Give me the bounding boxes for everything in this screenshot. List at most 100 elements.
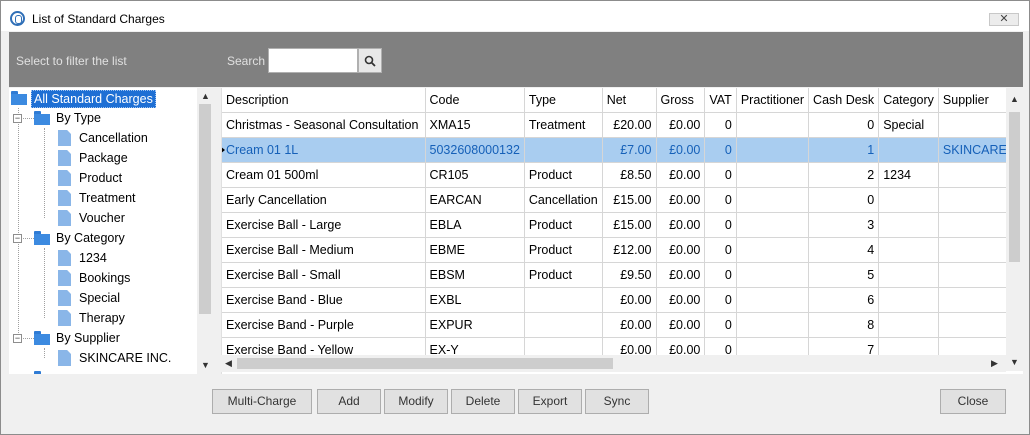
table-cell-category[interactable] <box>878 137 939 163</box>
table-cell-vat[interactable]: 0 <box>704 237 737 263</box>
table-cell-description[interactable]: Exercise Band - Purple <box>222 312 426 338</box>
scroll-down-icon[interactable]: ▼ <box>201 360 210 370</box>
table-cell-net[interactable]: £15.00 <box>602 187 657 213</box>
table-row[interactable]: Exercise Ball - Small EBSM Product £9.50 £0.… <box>222 262 1023 288</box>
table-cell-net[interactable]: £15.00 <box>602 212 657 238</box>
table-cell-practitioner[interactable] <box>736 312 810 338</box>
table-cell-vat[interactable]: 0 <box>704 112 737 138</box>
column-header-gross[interactable]: Gross <box>656 88 706 113</box>
column-header-practitioner[interactable]: Practitioner <box>736 88 810 113</box>
table-cell-gross[interactable]: £0.00 <box>656 187 706 213</box>
table-cell-code[interactable]: EBSM <box>425 262 525 288</box>
table-cell-code[interactable]: XMA15 <box>425 112 525 138</box>
modify-button[interactable]: Modify <box>384 389 448 414</box>
table-cell-practitioner[interactable] <box>736 137 810 163</box>
table-cell-net[interactable]: £0.00 <box>602 312 657 338</box>
tree-scrollbar[interactable]: ▲ ▼ <box>197 88 213 374</box>
table-cell-code[interactable]: 5032608000132 <box>425 137 525 163</box>
add-button[interactable]: Add <box>317 389 381 414</box>
column-header-vat[interactable]: VAT <box>704 88 737 113</box>
table-cell-code[interactable]: EXBL <box>425 287 525 313</box>
table-cell-code[interactable]: EBLA <box>425 212 525 238</box>
table-cell-cash-desk[interactable]: 4 <box>808 237 880 263</box>
table-cell-gross[interactable]: £0.00 <box>656 262 706 288</box>
table-cell-category[interactable]: Special <box>878 112 939 138</box>
table-cell-net[interactable]: £0.00 <box>602 287 657 313</box>
table-row[interactable]: Exercise Band - Blue EXBL £0.00 £0.00 0 6 <box>222 287 1023 313</box>
table-cell-category[interactable] <box>878 262 939 288</box>
table-cell-practitioner[interactable] <box>736 112 810 138</box>
table-cell-category[interactable]: 1234 <box>878 162 939 188</box>
table-cell-cash-desk[interactable]: 0 <box>808 187 880 213</box>
delete-button[interactable]: Delete <box>451 389 515 414</box>
scroll-up-icon[interactable]: ▲ <box>201 91 210 101</box>
table-cell-cash-desk[interactable]: 3 <box>808 212 880 238</box>
column-header-code[interactable]: Code <box>425 88 525 113</box>
table-cell-vat[interactable]: 0 <box>704 187 737 213</box>
table-cell-description[interactable]: Early Cancellation <box>222 187 426 213</box>
table-cell-gross[interactable]: £0.00 <box>656 312 706 338</box>
table-cell-code[interactable]: CR105 <box>425 162 525 188</box>
table-row[interactable]: Exercise Ball - Large EBLA Product £15.00 £0… <box>222 212 1023 238</box>
column-header-net[interactable]: Net <box>602 88 657 113</box>
table-cell-practitioner[interactable] <box>736 237 810 263</box>
table-cell-category[interactable] <box>878 237 939 263</box>
table-cell-cash-desk[interactable]: 6 <box>808 287 880 313</box>
table-cell-vat[interactable]: 0 <box>704 312 737 338</box>
table-cell-vat[interactable]: 0 <box>704 137 737 163</box>
table-cell-category[interactable] <box>878 212 939 238</box>
table-cell-description[interactable]: Exercise Band - Blue <box>222 287 426 313</box>
sync-button[interactable]: Sync <box>585 389 649 414</box>
table-cell-description[interactable]: Exercise Ball - Medium <box>222 237 426 263</box>
table-cell-type[interactable]: Cancellation <box>524 187 603 213</box>
table-cell-practitioner[interactable] <box>736 162 810 188</box>
search-button[interactable] <box>358 48 382 73</box>
table-cell-net[interactable]: £7.00 <box>602 137 657 163</box>
table-cell-type[interactable] <box>524 287 603 313</box>
collapse-icon[interactable]: − <box>13 234 22 243</box>
window-close-button[interactable]: ✕ <box>989 13 1019 26</box>
grid-vscroll-thumb[interactable] <box>1009 112 1020 262</box>
table-cell-practitioner[interactable] <box>736 187 810 213</box>
table-cell-type[interactable]: Product <box>524 212 603 238</box>
table-cell-description[interactable]: Exercise Ball - Small <box>222 262 426 288</box>
table-cell-cash-desk[interactable]: 0 <box>808 112 880 138</box>
table-cell-practitioner[interactable] <box>736 287 810 313</box>
table-cell-net[interactable]: £20.00 <box>602 112 657 138</box>
scroll-up-icon[interactable]: ▲ <box>1010 94 1019 104</box>
table-cell-practitioner[interactable] <box>736 262 810 288</box>
tree-scroll-thumb[interactable] <box>199 104 211 314</box>
table-cell-vat[interactable]: 0 <box>704 212 737 238</box>
table-cell-vat[interactable]: 0 <box>704 287 737 313</box>
table-cell-cash-desk[interactable]: 5 <box>808 262 880 288</box>
search-input[interactable] <box>268 48 358 73</box>
collapse-icon[interactable]: − <box>13 334 22 343</box>
table-row[interactable]: Exercise Ball - Medium EBME Product £12.00 £… <box>222 237 1023 263</box>
table-row[interactable]: Early Cancellation EARCAN Cancellation £15.… <box>222 187 1023 213</box>
column-header-type[interactable]: Type <box>524 88 603 113</box>
table-cell-description[interactable]: Cream 01 1L <box>222 137 426 163</box>
table-row[interactable]: Cream 01 500ml CR105 Product £8.50 £0.00 0 2 12… <box>222 162 1023 188</box>
multi-charge-button[interactable]: Multi-Charge <box>212 389 312 414</box>
table-cell-description[interactable]: Christmas - Seasonal Consultation <box>222 112 426 138</box>
table-cell-description[interactable]: Exercise Ball - Large <box>222 212 426 238</box>
table-cell-category[interactable] <box>878 312 939 338</box>
table-cell-type[interactable]: Product <box>524 162 603 188</box>
export-button[interactable]: Export <box>518 389 582 414</box>
table-cell-net[interactable]: £8.50 <box>602 162 657 188</box>
table-cell-type[interactable] <box>524 312 603 338</box>
table-cell-type[interactable]: Treatment <box>524 112 603 138</box>
table-cell-gross[interactable]: £0.00 <box>656 287 706 313</box>
collapse-icon[interactable]: − <box>13 114 22 123</box>
table-cell-vat[interactable]: 0 <box>704 162 737 188</box>
table-cell-code[interactable]: EBME <box>425 237 525 263</box>
table-row[interactable]: Cream 01 1L 5032608000132 £7.00 £0.00 0 1 SKIN… <box>222 137 1023 163</box>
table-row[interactable]: Christmas - Seasonal Consultation XMA15 Tr… <box>222 112 1023 138</box>
table-cell-gross[interactable]: £0.00 <box>656 112 706 138</box>
column-header-description[interactable]: Description <box>222 88 426 113</box>
column-header-category[interactable]: Category <box>878 88 939 113</box>
table-cell-vat[interactable]: 0 <box>704 262 737 288</box>
column-header-cash-desk[interactable]: Cash Desk <box>808 88 880 113</box>
table-cell-type[interactable]: Product <box>524 262 603 288</box>
scroll-down-icon[interactable]: ▼ <box>1010 357 1019 367</box>
